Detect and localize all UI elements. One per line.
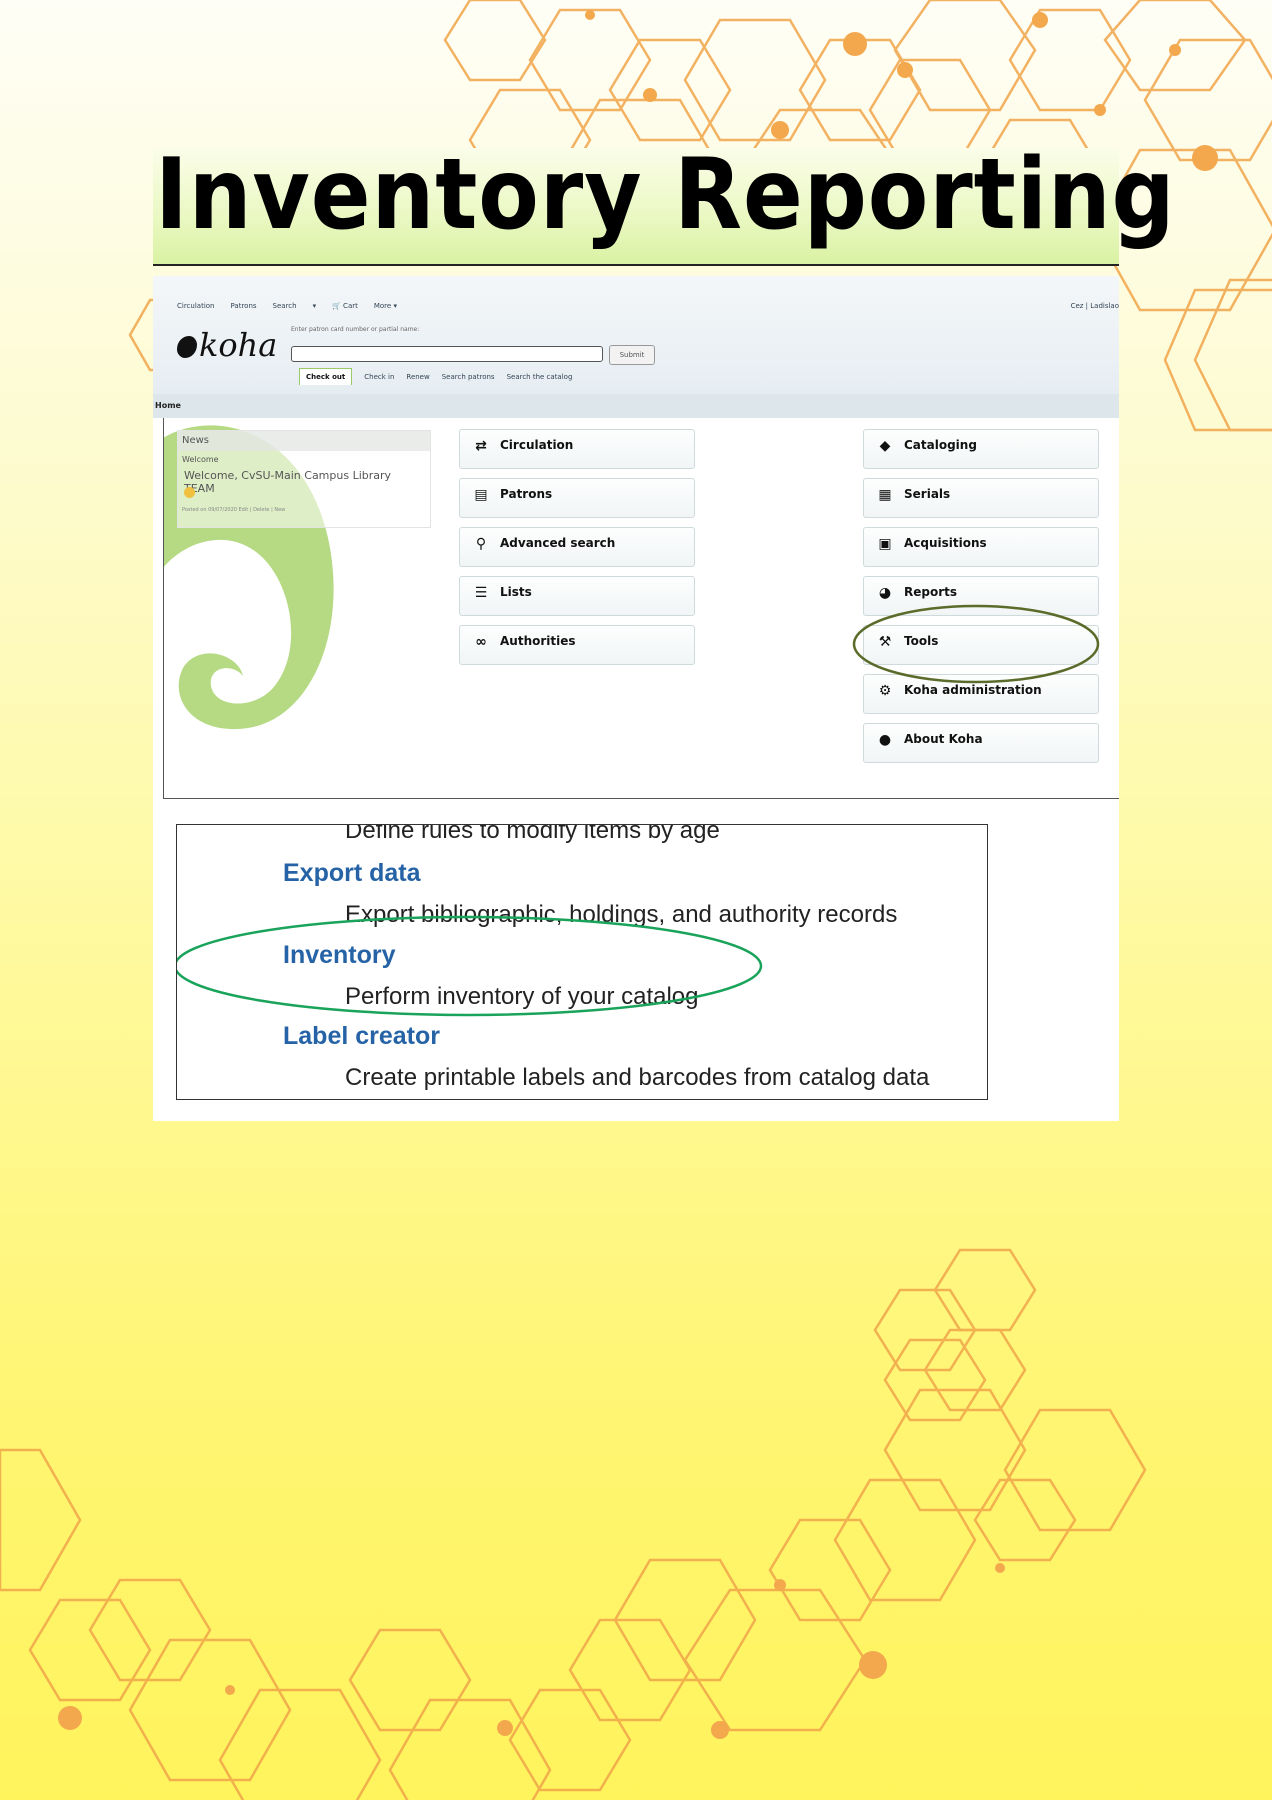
circulation-tabs: Check out Check in Renew Search patrons … [299, 368, 584, 385]
news-title: Welcome [182, 455, 219, 464]
smiley-icon [184, 487, 195, 498]
submit-button[interactable]: Submit [609, 345, 655, 365]
menu-authorities[interactable]: ∞ Authorities [459, 625, 695, 665]
tool-export-data-link[interactable]: Export data [283, 859, 421, 888]
menu-label: Serials [904, 487, 951, 501]
menu-cataloging[interactable]: ◆ Cataloging [863, 429, 1099, 469]
link-icon: ∞ [475, 634, 487, 650]
koha-leaf-icon: ● [878, 732, 892, 748]
wrench-icon: ⚒ [878, 634, 892, 650]
news-message: Welcome, CvSU-Main Campus Library TEAM [184, 469, 392, 495]
search-icon: ⚲ [475, 536, 487, 552]
menu-acquisitions[interactable]: ▣ Acquisitions [863, 527, 1099, 567]
menu-serials[interactable]: ▦ Serials [863, 478, 1099, 518]
menu-koha-administration[interactable]: ⚙ Koha administration [863, 674, 1099, 714]
gift-icon: ▣ [878, 536, 892, 552]
slide-title: Inventory Reporting [155, 138, 1176, 252]
menu-label: Acquisitions [904, 536, 987, 550]
menu-label: Tools [904, 634, 939, 648]
menu-label: Authorities [500, 634, 576, 648]
tab-check-in[interactable]: Check in [364, 373, 394, 381]
menu-label: Reports [904, 585, 958, 599]
menu-label: Koha administration [904, 683, 1042, 697]
partial-description: Define rules to modify items by age [345, 824, 720, 844]
topnav-cart[interactable]: 🛒 Cart [332, 302, 358, 310]
menu-label: Advanced search [500, 536, 616, 550]
pie-chart-icon: ◕ [878, 585, 892, 601]
menu-label: Circulation [500, 438, 574, 452]
menu-label: Cataloging [904, 438, 977, 452]
menu-label: Patrons [500, 487, 553, 501]
user-menu[interactable]: Cez | Ladislao [1071, 302, 1119, 310]
koha-topnav: Circulation Patrons Search ▾ 🛒 Cart More… [177, 302, 413, 310]
koha-logo[interactable]: koha [177, 326, 277, 364]
menu-about-koha[interactable]: ● About Koha [863, 723, 1099, 763]
menu-patrons[interactable]: ▤ Patrons [459, 478, 695, 518]
arrows-icon: ⇄ [475, 438, 487, 454]
tab-search-catalog[interactable]: Search the catalog [507, 373, 573, 381]
tools-list-panel: Define rules to modify items by age Expo… [176, 824, 988, 1100]
topnav-patrons[interactable]: Patrons [231, 302, 257, 310]
news-panel: News Welcome Welcome, CvSU-Main Campus L… [177, 430, 431, 528]
koha-logo-text: koha [199, 326, 278, 364]
tool-inventory-description: Perform inventory of your catalog [345, 983, 699, 1010]
menu-circulation[interactable]: ⇄ Circulation [459, 429, 695, 469]
topnav-circulation[interactable]: Circulation [177, 302, 215, 310]
tab-check-out[interactable]: Check out [299, 368, 353, 385]
tool-export-data-description: Export bibliographic, holdings, and auth… [345, 901, 898, 928]
menu-advanced-search[interactable]: ⚲ Advanced search [459, 527, 695, 567]
tag-icon: ◆ [879, 438, 891, 454]
news-posted: Posted on 09/07/2020 Edit | Delete | New [182, 507, 286, 513]
menu-lists[interactable]: ☰ Lists [459, 576, 695, 616]
newspaper-icon: ▦ [878, 487, 892, 503]
menu-tools[interactable]: ⚒ Tools [863, 625, 1099, 665]
breadcrumb: Home [153, 394, 1119, 418]
id-card-icon: ▤ [474, 487, 488, 503]
koha-screenshot: Circulation Patrons Search ▾ 🛒 Cart More… [153, 276, 1119, 799]
gears-icon: ⚙ [878, 683, 892, 699]
list-icon: ☰ [474, 585, 488, 601]
koha-leaf-icon [177, 336, 197, 358]
tool-label-creator-description: Create printable labels and barcodes fro… [345, 1064, 930, 1091]
news-heading-text: News [182, 435, 210, 446]
patron-search-label: Enter patron card number or partial name… [291, 326, 420, 333]
topnav-search[interactable]: Search [273, 302, 297, 310]
patron-search-input[interactable] [291, 346, 603, 362]
news-heading: News [178, 431, 430, 451]
menu-label: About Koha [904, 732, 983, 746]
tab-renew[interactable]: Renew [406, 373, 429, 381]
tool-label-creator-link[interactable]: Label creator [283, 1022, 440, 1051]
breadcrumb-home[interactable]: Home [155, 401, 181, 410]
tool-inventory-link[interactable]: Inventory [283, 941, 396, 970]
menu-label: Lists [500, 585, 532, 599]
topnav-search-dropdown[interactable]: ▾ [313, 302, 317, 310]
koha-header: Circulation Patrons Search ▾ 🛒 Cart More… [153, 276, 1119, 394]
tab-search-patrons[interactable]: Search patrons [442, 373, 495, 381]
menu-reports[interactable]: ◕ Reports [863, 576, 1099, 616]
topnav-more[interactable]: More ▾ [374, 302, 397, 310]
